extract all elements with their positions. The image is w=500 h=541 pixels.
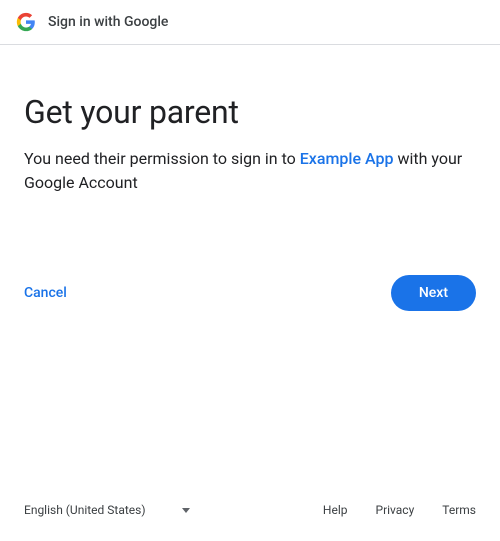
page-title: Get your parent [24,93,476,131]
chevron-down-icon [182,508,190,513]
language-label: English (United States) [24,503,146,517]
description-prefix: You need their permission to sign in to [24,149,300,168]
footer: English (United States) Help Privacy Ter… [0,487,500,541]
google-logo-icon [16,12,36,32]
header: Sign in with Google [0,0,500,45]
terms-link[interactable]: Terms [442,503,476,517]
footer-links: Help Privacy Terms [323,503,476,517]
cancel-button[interactable]: Cancel [24,277,67,309]
next-button[interactable]: Next [391,275,476,311]
privacy-link[interactable]: Privacy [376,503,415,517]
action-row: Cancel Next [24,275,476,311]
app-name-link[interactable]: Example App [300,149,394,168]
description: You need their permission to sign in to … [24,147,476,195]
help-link[interactable]: Help [323,503,348,517]
header-title: Sign in with Google [48,14,168,30]
main-content: Get your parent You need their permissio… [0,45,500,487]
language-selector[interactable]: English (United States) [24,503,190,517]
